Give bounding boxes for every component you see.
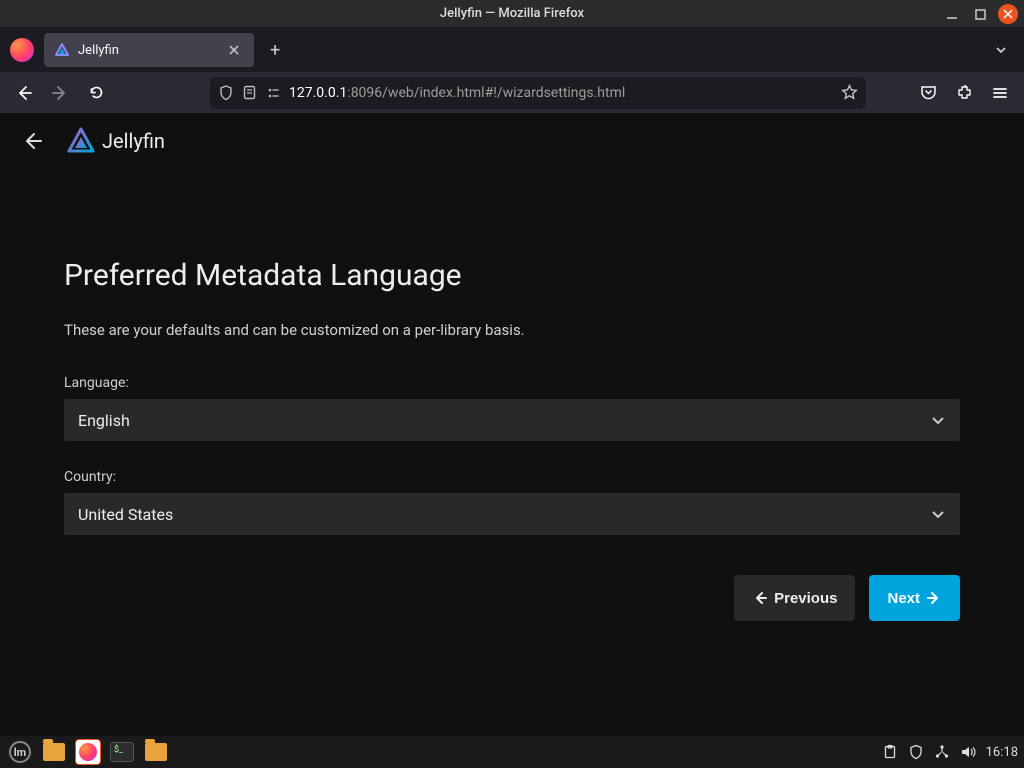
system-taskbar: lm $_ 16:18 bbox=[0, 736, 1024, 768]
list-all-tabs-button[interactable] bbox=[986, 43, 1016, 57]
arrow-right-icon bbox=[926, 590, 942, 606]
window-close-button[interactable] bbox=[998, 4, 1018, 24]
page-title: Preferred Metadata Language bbox=[64, 258, 960, 293]
page-subtitle: These are your defaults and can be custo… bbox=[64, 321, 960, 339]
jellyfin-logo-icon bbox=[66, 126, 96, 156]
url-text: 127.0.0.1:8096/web/index.html#!/wizardse… bbox=[289, 85, 833, 101]
jellyfin-header: Jellyfin bbox=[0, 114, 1024, 168]
language-select-value: English bbox=[78, 411, 130, 430]
pocket-button[interactable] bbox=[912, 77, 944, 109]
browser-toolbar: 127.0.0.1:8096/web/index.html#!/wizardse… bbox=[0, 72, 1024, 114]
jellyfin-favicon-icon bbox=[54, 42, 70, 58]
taskbar-terminal-button[interactable]: $_ bbox=[108, 738, 136, 766]
network-tray-icon[interactable] bbox=[934, 744, 950, 760]
jellyfin-logo: Jellyfin bbox=[66, 126, 165, 156]
country-select-value: United States bbox=[78, 505, 173, 524]
shield-icon[interactable] bbox=[218, 85, 234, 101]
taskbar-firefox-button[interactable] bbox=[74, 738, 102, 766]
country-select[interactable]: United States bbox=[64, 493, 960, 535]
window-minimize-button[interactable] bbox=[942, 4, 962, 24]
taskbar-files-button[interactable] bbox=[40, 738, 68, 766]
mint-logo-icon: lm bbox=[9, 741, 31, 763]
taskbar-filemanager-button[interactable] bbox=[142, 738, 170, 766]
window-maximize-button[interactable] bbox=[970, 4, 990, 24]
taskbar-clock[interactable]: 16:18 bbox=[986, 745, 1018, 760]
firefox-home-icon bbox=[8, 36, 36, 64]
nav-back-button[interactable] bbox=[8, 77, 40, 109]
window-title: Jellyfin — Mozilla Firefox bbox=[440, 6, 584, 21]
volume-tray-icon[interactable] bbox=[960, 744, 976, 760]
language-label: Language: bbox=[64, 375, 960, 391]
url-bar[interactable]: 127.0.0.1:8096/web/index.html#!/wizardse… bbox=[210, 77, 866, 109]
browser-tabstrip: Jellyfin + bbox=[0, 28, 1024, 72]
jellyfin-brand-name: Jellyfin bbox=[102, 129, 165, 153]
previous-button[interactable]: Previous bbox=[734, 575, 855, 621]
browser-tab[interactable]: Jellyfin bbox=[44, 33, 254, 67]
clipboard-tray-icon[interactable] bbox=[882, 744, 898, 760]
nav-forward-button[interactable] bbox=[44, 77, 76, 109]
folder-icon bbox=[43, 743, 65, 761]
language-select[interactable]: English bbox=[64, 399, 960, 441]
chevron-down-icon bbox=[930, 506, 946, 522]
mint-menu-button[interactable]: lm bbox=[6, 738, 34, 766]
app-menu-button[interactable] bbox=[984, 77, 1016, 109]
previous-button-label: Previous bbox=[774, 590, 837, 607]
chevron-down-icon bbox=[930, 412, 946, 428]
folder-icon bbox=[145, 743, 167, 761]
next-button[interactable]: Next bbox=[869, 575, 960, 621]
country-label: Country: bbox=[64, 469, 960, 485]
security-tray-icon[interactable] bbox=[908, 744, 924, 760]
tab-title: Jellyfin bbox=[78, 43, 216, 58]
wizard-content: Preferred Metadata Language These are yo… bbox=[0, 168, 1024, 736]
terminal-icon: $_ bbox=[110, 742, 134, 762]
nav-reload-button[interactable] bbox=[80, 77, 112, 109]
extensions-button[interactable] bbox=[948, 77, 980, 109]
site-info-icon[interactable] bbox=[242, 85, 257, 100]
firefox-icon bbox=[75, 739, 101, 765]
bookmark-star-icon[interactable] bbox=[841, 84, 858, 101]
window-titlebar: Jellyfin — Mozilla Firefox bbox=[0, 0, 1024, 28]
arrow-left-icon bbox=[752, 590, 768, 606]
permissions-icon[interactable] bbox=[265, 85, 281, 101]
next-button-label: Next bbox=[887, 590, 920, 607]
new-tab-button[interactable]: + bbox=[262, 40, 288, 61]
tab-close-button[interactable] bbox=[224, 42, 244, 58]
jellyfin-back-button[interactable] bbox=[16, 125, 48, 157]
